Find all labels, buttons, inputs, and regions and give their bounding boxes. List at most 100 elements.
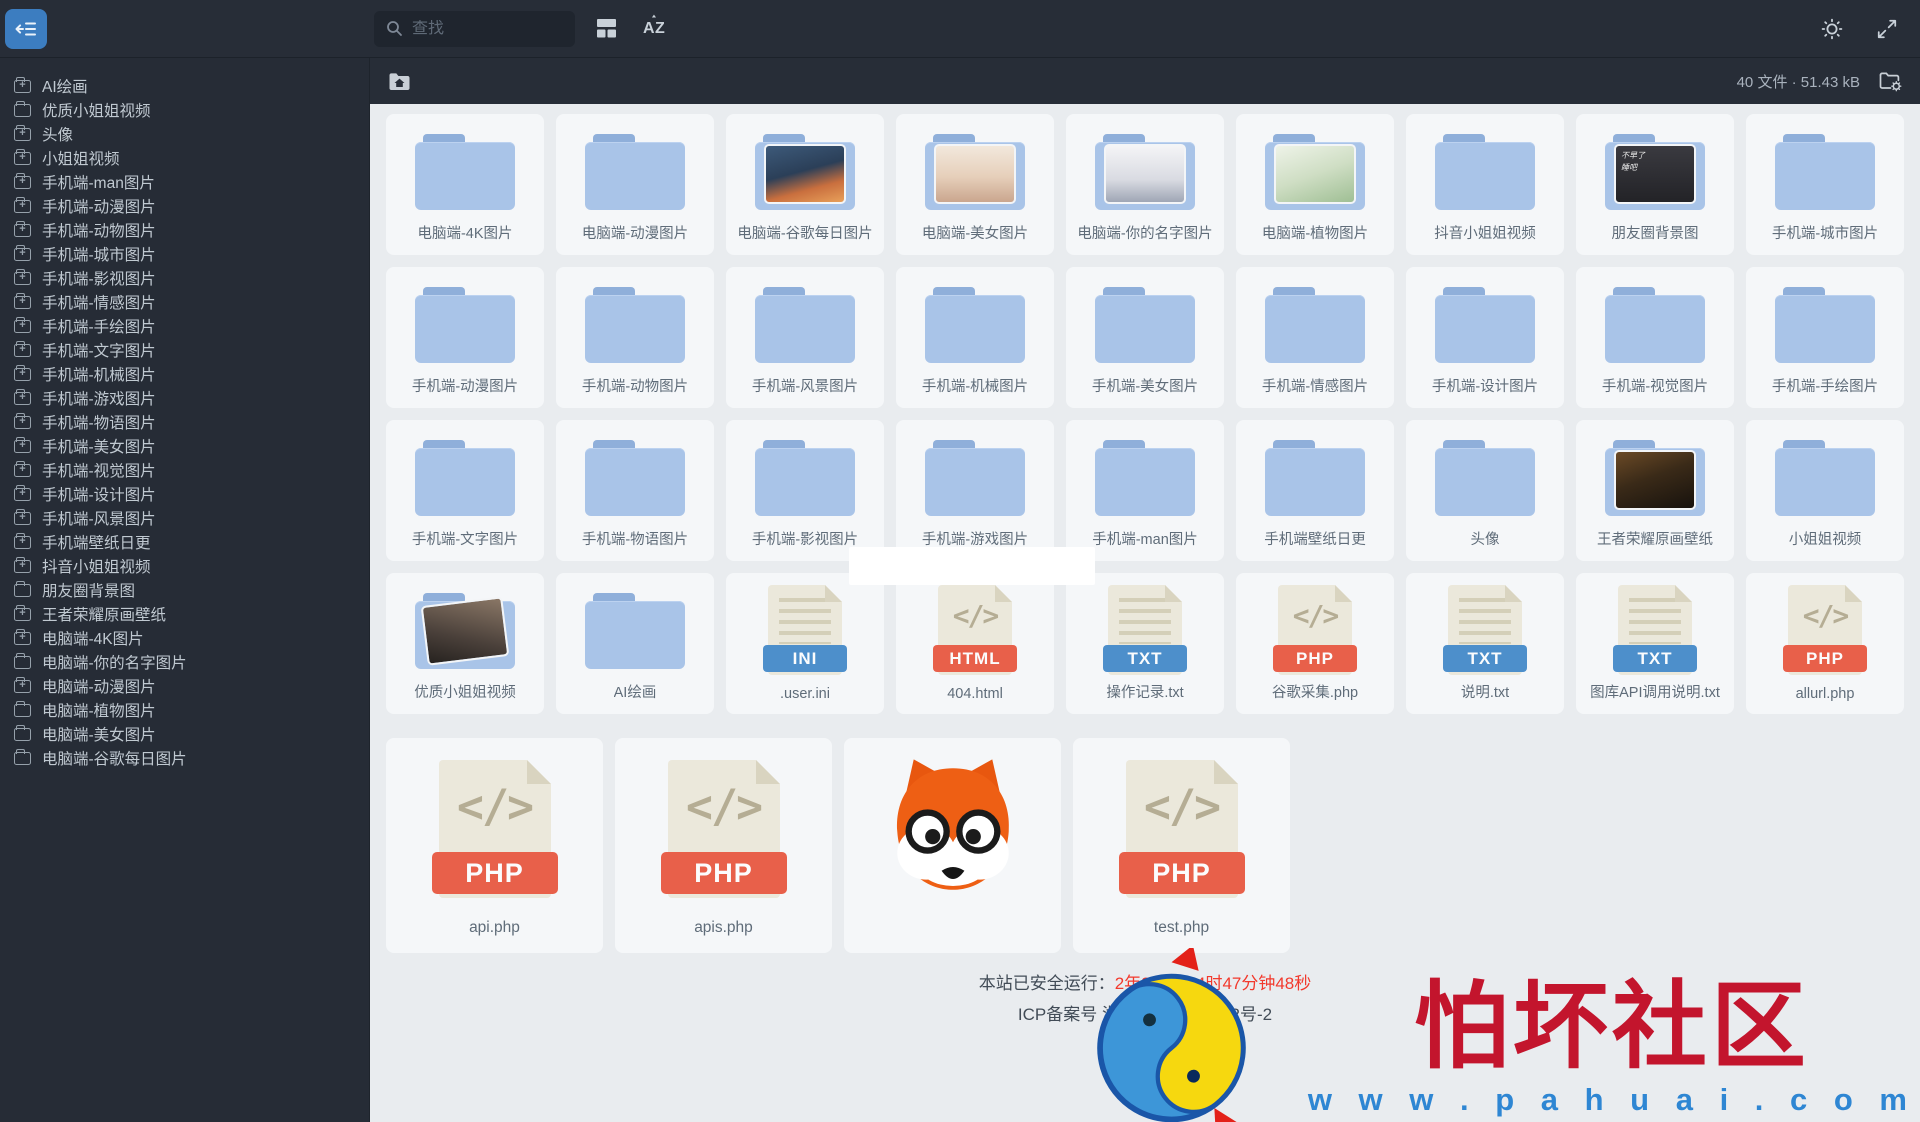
- folder-expand-icon: [14, 412, 31, 429]
- grid-tile[interactable]: 手机端-文字图片: [386, 420, 544, 561]
- grid-tile[interactable]: </> PHP allurl.php: [1746, 573, 1904, 714]
- sidebar-item[interactable]: 手机端-游戏图片: [14, 386, 361, 410]
- grid-tile[interactable]: 手机端-视觉图片: [1576, 267, 1734, 408]
- search-icon: [386, 20, 403, 37]
- sidebar-item[interactable]: 手机端-风景图片: [14, 506, 361, 530]
- folder-icon: [925, 132, 1025, 210]
- sidebar-item[interactable]: 手机端-情感图片: [14, 290, 361, 314]
- folder-icon: [1095, 285, 1195, 363]
- sidebar-item-label: 王者荣耀原画壁纸: [42, 607, 167, 624]
- sidebar-item[interactable]: 手机端-视觉图片: [14, 458, 361, 482]
- grid-tile[interactable]: INI .user.ini: [726, 573, 884, 714]
- sidebar-folder-list: AI绘画 优质小姐姐视频 头像 小姐姐视频: [14, 74, 361, 770]
- grid-tile[interactable]: 头像: [1406, 420, 1564, 561]
- sidebar-item[interactable]: 手机端-设计图片: [14, 482, 361, 506]
- home-folder-icon[interactable]: [388, 71, 411, 92]
- grid-tile[interactable]: 抖音小姐姐视频: [1406, 114, 1564, 255]
- folder-expand-icon: [14, 364, 31, 381]
- sidebar-item[interactable]: 小姐姐视频: [14, 146, 361, 170]
- folder-expand-icon: [14, 196, 31, 213]
- sidebar-item[interactable]: 手机端-机械图片: [14, 362, 361, 386]
- grid-tile-large[interactable]: </> PHP: [386, 738, 603, 953]
- sidebar-item[interactable]: 电脑端-你的名字图片: [14, 650, 361, 674]
- grid-tile-large[interactable]: </> PHP: [1073, 738, 1290, 953]
- search-input[interactable]: [412, 19, 563, 38]
- sidebar-item[interactable]: 手机端-动物图片: [14, 218, 361, 242]
- grid-tile[interactable]: 电脑端-动漫图片: [556, 114, 714, 255]
- grid-tile[interactable]: 手机端-动漫图片: [386, 267, 544, 408]
- folder-icon: [1435, 438, 1535, 516]
- search-box[interactable]: [374, 10, 575, 47]
- tile-label: 手机端-影视图片: [751, 532, 859, 548]
- tile-label: 头像: [1470, 532, 1500, 548]
- grid-tile[interactable]: 手机端-游戏图片: [896, 420, 1054, 561]
- grid-tile[interactable]: 手机端-情感图片: [1236, 267, 1394, 408]
- grid-tile[interactable]: 手机端-物语图片: [556, 420, 714, 561]
- grid-tile[interactable]: 小姐姐视频: [1746, 420, 1904, 561]
- folder-thumbnail: [1104, 144, 1186, 204]
- sidebar-item[interactable]: 电脑端-谷歌每日图片: [14, 746, 361, 770]
- grid-tile[interactable]: 电脑端-美女图片: [896, 114, 1054, 255]
- grid-tile[interactable]: 电脑端-4K图片: [386, 114, 544, 255]
- folder-expand-icon: [14, 748, 31, 765]
- sidebar-item-label: AI绘画: [42, 79, 88, 96]
- sidebar-item[interactable]: 朋友圈背景图: [14, 578, 361, 602]
- folder-settings-icon[interactable]: [1878, 70, 1902, 92]
- grid-tile[interactable]: 王者荣耀原画壁纸: [1576, 420, 1734, 561]
- grid-tile[interactable]: 手机端-影视图片: [726, 420, 884, 561]
- collapse-sidebar-button[interactable]: [5, 8, 47, 49]
- grid-tile[interactable]: 手机端-风景图片: [726, 267, 884, 408]
- sidebar-item[interactable]: 手机端壁纸日更: [14, 530, 361, 554]
- sidebar-item[interactable]: 手机端-城市图片: [14, 242, 361, 266]
- sidebar-item[interactable]: 电脑端-4K图片: [14, 626, 361, 650]
- sidebar-item[interactable]: 电脑端-动漫图片: [14, 674, 361, 698]
- tile-label: 手机端-视觉图片: [1601, 379, 1709, 395]
- sidebar-item[interactable]: 手机端-美女图片: [14, 434, 361, 458]
- grid-tile[interactable]: TXT 说明.txt: [1406, 573, 1564, 714]
- grid-tile[interactable]: 手机端-手绘图片: [1746, 267, 1904, 408]
- sidebar-item[interactable]: 手机端-动漫图片: [14, 194, 361, 218]
- grid-tile[interactable]: 优质小姐姐视频: [386, 573, 544, 714]
- grid-tile[interactable]: 电脑端-你的名字图片: [1066, 114, 1224, 255]
- view-grid-icon[interactable]: [597, 19, 617, 38]
- sidebar-item[interactable]: 手机端-物语图片: [14, 410, 361, 434]
- grid-tile[interactable]: </> HTML 404.html: [896, 573, 1054, 714]
- sidebar-item[interactable]: 王者荣耀原画壁纸: [14, 602, 361, 626]
- theme-toggle-sun-icon[interactable]: [1820, 17, 1844, 41]
- sidebar-item[interactable]: 抖音小姐姐视频: [14, 554, 361, 578]
- grid-tile[interactable]: 电脑端-植物图片: [1236, 114, 1394, 255]
- sidebar-item[interactable]: AI绘画: [14, 74, 361, 98]
- tile-label: 手机端-城市图片: [1771, 226, 1879, 242]
- thumbnail-text: 不早了 睡吧: [1621, 151, 1645, 172]
- sidebar-item[interactable]: 优质小姐姐视频: [14, 98, 361, 122]
- sidebar-item[interactable]: 头像: [14, 122, 361, 146]
- sidebar-item[interactable]: 手机端-手绘图片: [14, 314, 361, 338]
- grid-tile[interactable]: 手机端-动物图片: [556, 267, 714, 408]
- grid-tile[interactable]: 不早了 睡吧 朋友圈背景图: [1576, 114, 1734, 255]
- tile-label: 手机端-设计图片: [1431, 379, 1539, 395]
- grid-tile[interactable]: AI绘画: [556, 573, 714, 714]
- grid-tile[interactable]: 手机端-城市图片: [1746, 114, 1904, 255]
- sort-az-icon[interactable]: AZ: [643, 20, 665, 38]
- grid-tile[interactable]: 手机端壁纸日更: [1236, 420, 1394, 561]
- grid-tile[interactable]: 手机端-美女图片: [1066, 267, 1224, 408]
- grid-tile[interactable]: 手机端-机械图片: [896, 267, 1054, 408]
- grid-tile-large[interactable]: </> PHP: [615, 738, 832, 953]
- grid-tile[interactable]: 电脑端-谷歌每日图片: [726, 114, 884, 255]
- fullscreen-icon[interactable]: [1876, 18, 1898, 40]
- grid-tile-large[interactable]: [844, 738, 1061, 953]
- sidebar-item[interactable]: 手机端-影视图片: [14, 266, 361, 290]
- sidebar-item[interactable]: 手机端-man图片: [14, 170, 361, 194]
- grid-tile[interactable]: 手机端-man图片: [1066, 420, 1224, 561]
- folder-expand-icon: [14, 532, 31, 549]
- folder-icon: [1435, 132, 1535, 210]
- sidebar-item[interactable]: 电脑端-植物图片: [14, 698, 361, 722]
- grid-tile[interactable]: TXT 图库API调用说明.txt: [1576, 573, 1734, 714]
- grid-tile[interactable]: TXT 操作记录.txt: [1066, 573, 1224, 714]
- grid-tile[interactable]: 手机端-设计图片: [1406, 267, 1564, 408]
- grid-tile[interactable]: </> PHP 谷歌采集.php: [1236, 573, 1394, 714]
- sidebar-item[interactable]: 手机端-文字图片: [14, 338, 361, 362]
- sidebar-item[interactable]: 电脑端-美女图片: [14, 722, 361, 746]
- tile-label: 小姐姐视频: [1788, 532, 1862, 548]
- folder-thumbnail: [934, 144, 1016, 204]
